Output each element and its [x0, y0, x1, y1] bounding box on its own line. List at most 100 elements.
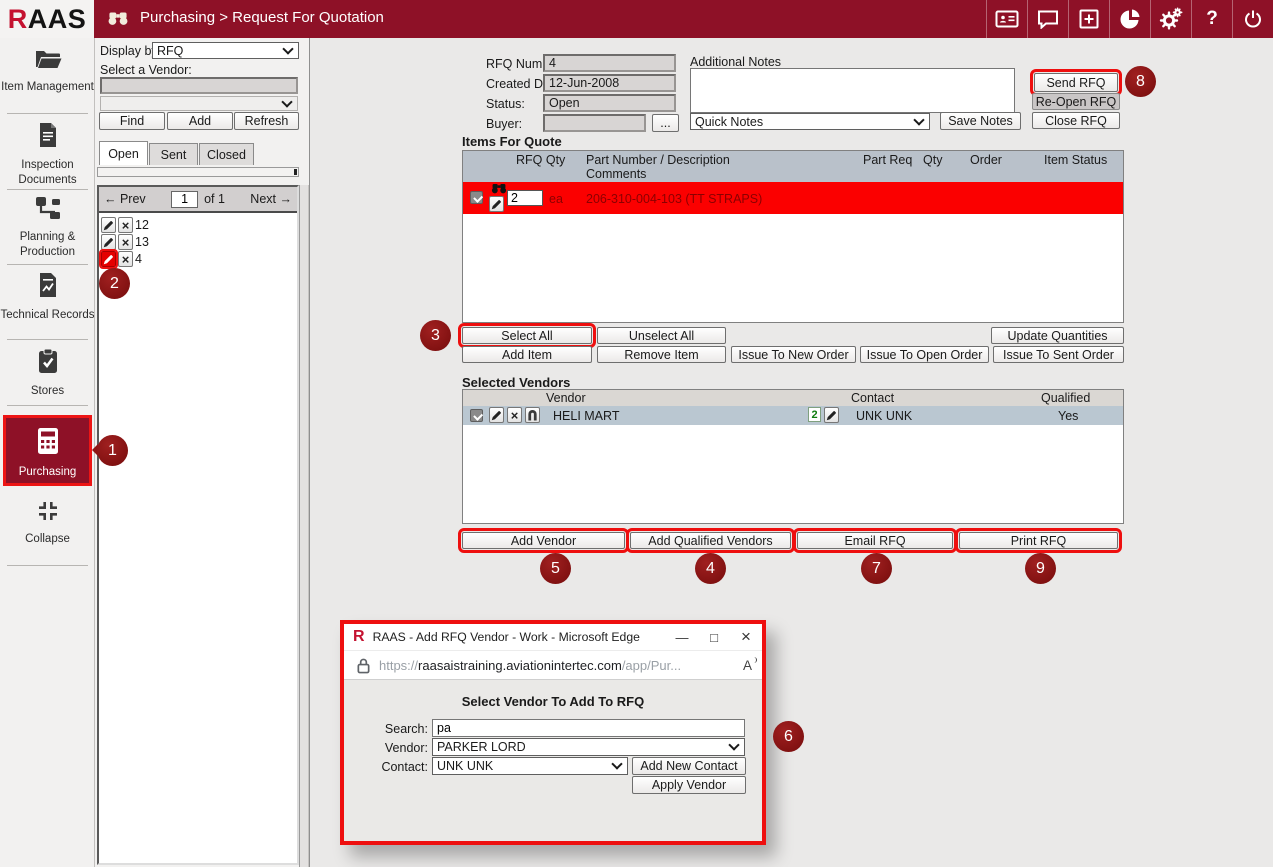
edit-pencil-icon[interactable]	[101, 234, 116, 250]
close-button[interactable]: ×	[730, 624, 762, 650]
edit-pencil-icon[interactable]	[489, 196, 504, 212]
vendor-select[interactable]: PARKER LORD	[432, 738, 745, 756]
binoculars-icon[interactable]	[490, 183, 508, 197]
app-logo[interactable]: RAAS	[0, 0, 94, 38]
calculator-icon	[34, 427, 62, 460]
list-item[interactable]: × 13	[101, 234, 297, 250]
sidebar-item-inspection-documents[interactable]: Inspection Documents	[0, 122, 95, 188]
edit-pencil-icon[interactable]	[489, 407, 504, 423]
sidebar-item-purchasing[interactable]: Purchasing	[3, 415, 92, 486]
quote-count-icon[interactable]: 2	[808, 407, 821, 422]
item-checkbox-checked[interactable]	[470, 191, 483, 204]
collapse-icon	[34, 500, 62, 527]
read-aloud-icon[interactable]: A	[743, 658, 752, 673]
settings-gears-icon[interactable]	[1150, 0, 1191, 38]
select-all-button[interactable]: Select All	[462, 327, 592, 344]
list-item-selected[interactable]: × 4	[101, 251, 297, 267]
send-rfq-button[interactable]: Send RFQ	[1034, 73, 1118, 92]
minimize-button[interactable]: —	[666, 624, 698, 650]
add-new-contact-button[interactable]: Add New Contact	[632, 757, 746, 775]
sidebar-item-technical-records[interactable]: Technical Records	[0, 272, 95, 323]
status-value: Open	[543, 94, 676, 112]
close-rfq-button[interactable]: Close RFQ	[1032, 112, 1120, 129]
delete-x-icon[interactable]: ×	[507, 407, 522, 423]
maximize-button[interactable]: □	[698, 624, 730, 650]
vendor-search-input[interactable]	[432, 719, 745, 737]
unselect-all-button[interactable]: Unselect All	[597, 327, 726, 344]
chevron-down-icon	[730, 741, 739, 750]
reopen-rfq-button[interactable]: Re-Open RFQ	[1032, 93, 1120, 110]
part-number-text: 206-310-004-103 (TT STRAPS)	[586, 192, 762, 206]
add-qualified-vendors-button[interactable]: Add Qualified Vendors	[630, 532, 791, 549]
edit-pencil-icon-highlighted[interactable]	[101, 251, 116, 267]
page-input[interactable]	[171, 191, 198, 208]
add-button[interactable]: Add	[167, 112, 233, 130]
tab-closed[interactable]: Closed	[199, 143, 254, 165]
find-button[interactable]: Find	[99, 112, 165, 130]
update-quantities-button[interactable]: Update Quantities	[991, 327, 1124, 344]
quick-notes-select[interactable]: Quick Notes	[690, 113, 930, 130]
chat-icon[interactable]	[1027, 0, 1068, 38]
email-rfq-button[interactable]: Email RFQ	[797, 532, 953, 549]
magnet-icon[interactable]	[525, 407, 540, 423]
stores-clipboard-icon	[34, 348, 62, 379]
sidebar-item-item-management[interactable]: Item Management	[0, 48, 95, 95]
col-order: Order	[970, 153, 1002, 167]
next-button[interactable]: Next →	[250, 192, 292, 206]
rfq-number-value: 4	[543, 54, 676, 72]
lock-icon[interactable]	[356, 657, 371, 674]
issue-to-open-order-button[interactable]: Issue To Open Order	[860, 346, 989, 363]
annotation-badge-8: 8	[1125, 66, 1156, 97]
vendor-select[interactable]	[100, 96, 298, 111]
print-rfq-button[interactable]: Print RFQ	[959, 532, 1118, 549]
delete-x-icon[interactable]: ×	[118, 234, 133, 250]
list-pager: ← Prev of 1 Next →	[99, 187, 297, 213]
apply-vendor-button[interactable]: Apply Vendor	[632, 776, 746, 794]
popup-title-bar[interactable]: R RAAS - Add RFQ Vendor - Work - Microso…	[344, 624, 762, 650]
add-vendor-button[interactable]: Add Vendor	[462, 532, 625, 549]
vendor-name: HELI MART	[553, 409, 619, 423]
prev-button[interactable]: ← Prev	[104, 192, 146, 206]
issue-to-new-order-button[interactable]: Issue To New Order	[731, 346, 856, 363]
sidebar-item-planning-production[interactable]: Planning & Production	[0, 196, 95, 260]
delete-x-icon[interactable]: ×	[118, 251, 133, 267]
edit-pencil-icon[interactable]	[101, 217, 116, 233]
display-by-select[interactable]: RFQ	[152, 42, 299, 59]
col-qty: Qty	[923, 153, 942, 167]
save-notes-button[interactable]: Save Notes	[940, 112, 1021, 130]
created-date-value: 12-Jun-2008	[543, 74, 676, 92]
list-item[interactable]: × 12	[101, 217, 297, 233]
power-icon[interactable]	[1232, 0, 1273, 38]
buyer-input[interactable]	[543, 114, 646, 132]
edit-pencil-icon[interactable]	[824, 407, 839, 423]
sidebar-label: Inspection Documents	[18, 159, 76, 186]
buyer-browse-button[interactable]: ...	[652, 114, 679, 132]
vendor-checkbox-checked[interactable]	[470, 409, 483, 422]
rfq-qty-input[interactable]	[507, 190, 543, 206]
help-icon[interactable]: ?	[1191, 0, 1232, 38]
vendor-search-input[interactable]	[100, 77, 298, 94]
sidebar-item-collapse[interactable]: Collapse	[0, 500, 95, 547]
add-item-button[interactable]: Add Item	[462, 346, 592, 363]
sidebar-label: Item Management	[1, 81, 94, 93]
annotation-badge-1: 1	[97, 435, 128, 466]
items-table: RFQ Qty Part Number / Description Commen…	[462, 150, 1124, 323]
vertical-scrollbar[interactable]	[299, 185, 309, 867]
item-row-selected[interactable]: ea 206-310-004-103 (TT STRAPS)	[463, 182, 1123, 214]
issue-to-sent-order-button[interactable]: Issue To Sent Order	[993, 346, 1124, 363]
horizontal-scrollbar[interactable]	[97, 167, 299, 177]
popup-url-bar[interactable]: https://raasaistraining.aviationintertec…	[344, 650, 762, 680]
contact-card-icon[interactable]	[986, 0, 1027, 38]
delete-x-icon[interactable]: ×	[118, 217, 133, 233]
additional-notes-textarea[interactable]	[690, 68, 1015, 113]
contact-select[interactable]: UNK UNK	[432, 757, 628, 775]
add-window-icon[interactable]	[1068, 0, 1109, 38]
tab-sent[interactable]: Sent	[149, 143, 198, 165]
pie-chart-icon[interactable]	[1109, 0, 1150, 38]
sidebar-item-stores[interactable]: Stores	[0, 348, 95, 399]
scrollbar-thumb[interactable]	[294, 169, 297, 175]
remove-item-button[interactable]: Remove Item	[597, 346, 726, 363]
vendor-row[interactable]: × HELI MART 2 UNK UNK Yes	[463, 406, 1123, 425]
tab-open[interactable]: Open	[99, 141, 148, 165]
refresh-button[interactable]: Refresh	[234, 112, 299, 130]
